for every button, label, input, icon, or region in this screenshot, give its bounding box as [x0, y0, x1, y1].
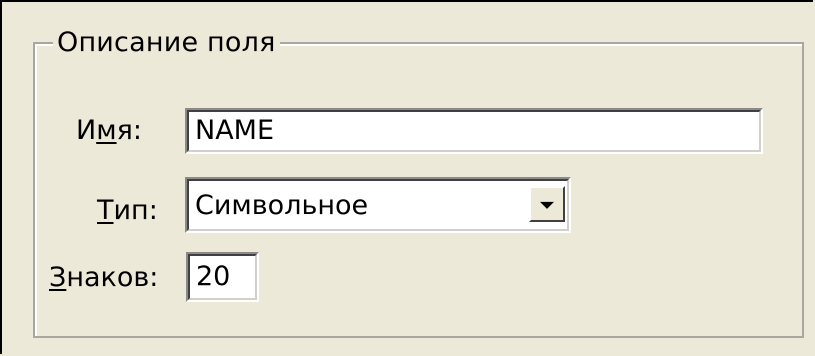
chars-input[interactable]: 20: [186, 252, 259, 302]
type-dropdown-button[interactable]: [529, 186, 565, 222]
type-select[interactable]: Символьное: [185, 177, 571, 233]
type-select-value: Символьное: [195, 190, 369, 221]
name-input[interactable]: NAME: [185, 108, 763, 154]
name-input-value: NAME: [195, 115, 275, 146]
chevron-down-icon: [540, 201, 554, 209]
groupbox-title: Описание поля: [53, 27, 280, 59]
chars-label: Знаков:: [49, 262, 159, 293]
name-label: Имя:: [76, 115, 142, 146]
type-label: Тип:: [97, 195, 158, 226]
chars-input-value: 20: [196, 261, 231, 292]
